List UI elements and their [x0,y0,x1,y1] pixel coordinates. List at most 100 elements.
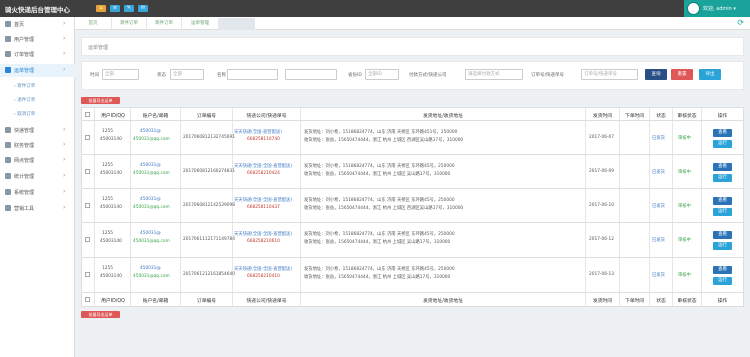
tab-send-orders[interactable]: 寄件订单 [112,18,147,30]
run-button[interactable]: 运行 [713,242,732,250]
tracking-number[interactable]: 668258110740 [247,137,280,142]
chevron-right-icon: › [63,141,66,148]
export-button[interactable]: 导出 [699,69,721,80]
sidebar-item-label: 网点管理 [14,158,35,164]
waybill-icon [5,67,11,73]
row-checkbox[interactable] [85,272,90,277]
reset-button[interactable]: 重置 [671,69,693,80]
email-link[interactable]: 450031@qq.com [133,239,170,244]
col-user-id-footer: 用户ID/QQ [101,299,125,304]
sidebar-item-system[interactable]: 系统管理 › [0,186,75,199]
view-button[interactable]: 查看 [713,197,732,205]
filter-name-input[interactable] [227,69,278,80]
avatar [687,2,700,15]
select-all-checkbox-bottom[interactable] [85,297,90,302]
row-checkbox[interactable] [85,237,90,242]
gear-icon [5,189,11,195]
menu-icon[interactable]: ≡ [110,5,120,12]
account-link[interactable]: 450031@ [140,163,161,168]
sidebar-item-marketing[interactable]: 营销工具 › [0,202,75,215]
user-name: 欢迎, admin ▾ [703,6,736,12]
run-button[interactable]: 运行 [713,208,732,216]
user-menu[interactable]: 欢迎, admin ▾ [684,0,750,17]
courier-company[interactable]: 天天快递(全国-全国-直营配送) [234,266,292,272]
sidebar-item-stats[interactable]: 统计管理 › [0,170,75,183]
tracking-number[interactable]: 668258210610 [247,239,280,244]
ship-time: 2017-06-13 [589,272,614,277]
audit-status: 审核中 [678,238,691,243]
sender-address: 发货地址：刘小希，15186824774，山东 济南 天桥区 东环路45号，25… [304,232,455,237]
col-audit-footer: 审核状态 [677,299,697,304]
sidebar-item-label: 运单管理 [14,68,35,74]
user-id: 1255 [102,163,113,168]
filter-province-label: 省份ID [348,73,362,78]
tab-waybill-manage[interactable]: 运单管理 [182,18,219,30]
sidebar-subitem-cancel[interactable]: › 取消订单 [14,111,35,117]
refresh-icon[interactable]: ⟳ [737,18,744,27]
run-button[interactable]: 运行 [713,277,732,285]
courier-company[interactable]: 天天快递(全国-全国-直营配送) [234,197,292,203]
view-button[interactable]: 查看 [713,129,732,137]
row-checkbox[interactable] [85,169,90,174]
account-link[interactable]: 450031@ [140,231,161,236]
audit-status: 审核中 [678,136,691,141]
account-link[interactable]: 450031@ [140,266,161,271]
tracking-number[interactable]: 668258110437 [247,205,280,210]
view-button[interactable]: 查看 [713,163,732,171]
filter-payment-select[interactable]: 请选择付款方式 [465,69,523,80]
home-icon[interactable]: ⌂ [96,5,106,12]
order-number: 2017061212161854640 [183,272,235,277]
tab-waybill-active[interactable] [219,18,255,30]
email-link[interactable]: 450031@qq.com [133,274,170,279]
user-qq: 45003140 [100,239,122,244]
sidebar-item-finance[interactable]: 财务管理 › [0,139,75,152]
bulk-export-button-top[interactable]: 批量导出运单 [81,97,120,104]
filter-orderno-label: 订单号/快递单号 [531,73,565,78]
email-link[interactable]: 450031@qq.com [133,205,170,210]
filter-time-select[interactable]: 全部 [102,69,139,80]
tab-send-orders-2[interactable]: 寄件订单 [147,18,182,30]
col-audit: 审核状态 [677,114,697,119]
sidebar-subitem-return[interactable]: › 退件订单 [14,97,35,103]
filter-status-select[interactable]: 全部 [170,69,204,80]
view-button[interactable]: 查看 [713,231,732,239]
cloud-icon [5,205,11,211]
col-company-footer: 快递公司/快递单号 [246,299,287,304]
run-button[interactable]: 运行 [713,140,732,148]
col-order-time-footer: 下单时间 [624,299,645,304]
sidebar-item-users[interactable]: 用户管理 › [0,33,75,46]
col-order-time: 下单时间 [624,114,645,119]
account-link[interactable]: 450031@ [140,197,161,202]
mail-icon[interactable]: ✉ [138,5,148,12]
filter-province-input[interactable]: 全部ID [365,69,399,80]
courier-company[interactable]: 天天快递(全国-全国-直营配送) [234,163,292,169]
row-checkbox[interactable] [85,135,90,140]
sidebar-item-home[interactable]: 首页 › [0,18,75,31]
ship-time: 2017-06-12 [589,237,614,242]
sidebar-item-orders[interactable]: 订单管理 › [0,48,75,61]
sidebar-item-outlets[interactable]: 网点管理 › [0,154,75,167]
select-all-checkbox[interactable] [85,112,90,117]
sidebar-item-waybills[interactable]: 运单管理 › [0,64,75,77]
chevron-down-icon: › [63,66,66,73]
receiver-address: 收货地址：张益，15650474444，浙江 杭州 上城区 西湖区吴山路17号，… [304,206,464,211]
tracking-number[interactable]: 668258210424 [247,171,280,176]
filter-orderno-input[interactable]: 订单号/快递单号 [581,69,638,80]
bulk-export-button-bottom[interactable]: 批量导出运单 [81,311,120,318]
account-link[interactable]: 450031@ [140,129,161,134]
tab-home[interactable]: 首页 [75,18,112,30]
run-button[interactable]: 运行 [713,174,732,182]
user-qq: 45003140 [100,205,122,210]
view-button[interactable]: 查看 [713,266,732,274]
tracking-number[interactable]: 668258210410 [247,274,280,279]
filter-extra-input[interactable] [285,69,337,80]
sidebar-item-express[interactable]: 快递管理 › [0,124,75,137]
search-button[interactable]: 查询 [645,69,667,80]
edit-icon[interactable]: ✎ [124,5,134,12]
courier-company[interactable]: 天天快递(全国-全国-直营配送) [234,231,292,237]
email-link[interactable]: 450031@qq.com [133,171,170,176]
email-link[interactable]: 450031@qq.com [133,137,170,142]
courier-company[interactable]: 天天快递(全国-直营配送) [234,129,282,135]
row-checkbox[interactable] [85,203,90,208]
sidebar-subitem-send[interactable]: › 寄件订单 [14,83,35,89]
